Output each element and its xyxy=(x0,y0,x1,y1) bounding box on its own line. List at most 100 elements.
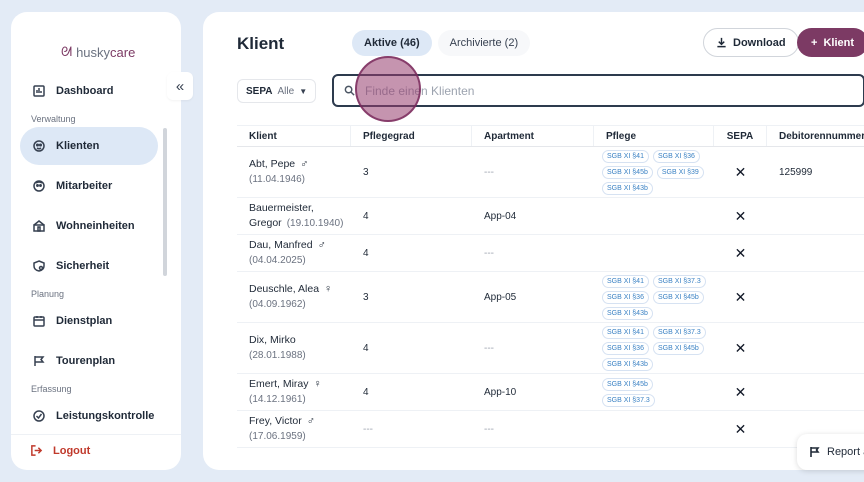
client-name: Emert, Miray xyxy=(249,378,309,390)
sidebar-item-dienstplan[interactable]: Dienstplan xyxy=(20,302,158,340)
male-icon: ♂ xyxy=(300,158,309,170)
sidebar-item-wohneinheiten[interactable]: Wohneinheiten xyxy=(20,207,158,245)
table-row[interactable]: Dau, Manfred ♂ (04.04.2025) 4 --- ✕ xyxy=(237,235,864,272)
flag-icon xyxy=(32,354,46,368)
sepa-filter-select[interactable]: SEPA Alle ▼ xyxy=(237,79,317,103)
pflege-badge: SGB XI §37.3 xyxy=(602,393,655,407)
sepa-cross-icon: ✕ xyxy=(734,163,747,180)
column-header-klient[interactable]: Klient xyxy=(237,126,351,146)
sepa-cross-icon: ✕ xyxy=(734,383,747,400)
tab-archivierte[interactable]: Archivierte (2) xyxy=(437,30,531,56)
debitorennummer-value xyxy=(767,235,864,271)
sidebar-item-label: Sicherheit xyxy=(56,260,110,272)
debitorennummer-value xyxy=(767,374,864,410)
sepa-cross-icon: ✕ xyxy=(734,207,747,224)
logo-text-husky: husky xyxy=(76,44,111,60)
table-row[interactable]: Frey, Victor ♂ (17.06.1959) --- --- ✕ xyxy=(237,411,864,448)
pflege-badge: SGB XI §43b xyxy=(602,181,653,195)
client-name: Deuschle, Alea xyxy=(249,283,320,295)
pflege-badge: SGB XI §45b xyxy=(652,290,704,304)
client-name: Dix, Mirko xyxy=(249,334,296,346)
sidebar-item-sicherheit[interactable]: Sicherheit xyxy=(20,247,158,285)
section-label-verwaltung: Verwaltung xyxy=(31,114,76,124)
client-name: Bauermeister, xyxy=(249,202,314,214)
download-button[interactable]: Download xyxy=(703,28,799,57)
female-icon: ♀ xyxy=(313,378,322,390)
client-dob: (11.04.1946) xyxy=(249,174,305,185)
sidebar-item-label: Wohneinheiten xyxy=(56,220,135,232)
male-icon: ♂ xyxy=(306,415,315,427)
apartment-value: --- xyxy=(484,342,494,354)
client-dob: (14.12.1961) xyxy=(249,394,306,405)
table-row[interactable]: Bauermeister, Gregor (19.10.1940) 4 App-04… xyxy=(237,198,864,235)
pflegegrad-value: 4 xyxy=(363,247,369,259)
pflege-badge: SGB XI §36 xyxy=(602,341,649,355)
column-header-debitorennummer[interactable]: Debitorennummer xyxy=(767,126,864,146)
sidebar: ᘛ husky care Dashboard Verwaltung Kliente… xyxy=(11,12,181,470)
client-name: Abt, Pepe xyxy=(249,158,296,170)
table-row[interactable]: Emert, Miray ♀ (14.12.1961) 4 App-10 SGB X… xyxy=(237,374,864,411)
logo[interactable]: ᘛ husky care xyxy=(61,44,135,60)
pflege-badge: SGB XI §41 xyxy=(602,325,649,339)
section-label-erfassung: Erfassung xyxy=(31,384,72,394)
pflegegrad-value: 4 xyxy=(363,386,369,398)
sidebar-item-label: Dienstplan xyxy=(56,315,113,327)
wohneinheiten-icon xyxy=(32,219,46,233)
pflegegrad-value: 3 xyxy=(363,291,369,303)
sicherheit-icon xyxy=(32,259,46,273)
logo-text-care: care xyxy=(110,44,136,60)
column-header-pflege[interactable]: Pflege xyxy=(594,126,714,146)
client-dob: (28.01.1988) xyxy=(249,350,306,361)
collapse-sidebar-button[interactable]: « xyxy=(167,72,193,100)
add-klient-label: Klient xyxy=(823,36,854,49)
tab-aktive[interactable]: Aktive (46) xyxy=(352,30,432,56)
sidebar-clip: Leistungskontrolle xyxy=(11,397,181,425)
column-header-sepa[interactable]: SEPA xyxy=(714,126,767,146)
mitarbeiter-icon xyxy=(32,179,46,193)
apartment-value: --- xyxy=(484,247,494,259)
pflege-badge: SGB XI §45b xyxy=(602,165,653,179)
debitorennummer-value xyxy=(767,272,864,322)
sepa-filter-label: SEPA xyxy=(246,85,273,97)
table-row[interactable]: Dix, Mirko (28.01.1988) 4 --- SGB XI §41 … xyxy=(237,323,864,374)
pflegegrad-value: --- xyxy=(363,423,373,435)
sidebar-item-leistungskontrolle[interactable]: Leistungskontrolle xyxy=(20,397,158,425)
sidebar-item-label: Klienten xyxy=(56,140,100,152)
sepa-filter-value: Alle xyxy=(277,85,295,97)
search-icon xyxy=(344,85,355,96)
add-klient-button[interactable]: + Klient xyxy=(797,28,864,57)
report-button[interactable]: Report a xyxy=(797,434,864,470)
apartment-value: App-05 xyxy=(484,291,517,303)
sepa-cross-icon: ✕ xyxy=(734,244,747,261)
logout-button[interactable]: Logout xyxy=(30,444,90,457)
pflegegrad-value: 3 xyxy=(363,166,369,178)
sidebar-item-tourenplan[interactable]: Tourenplan xyxy=(20,342,158,380)
sidebar-item-klienten[interactable]: Klienten xyxy=(20,127,158,165)
sidebar-scrollbar[interactable] xyxy=(163,128,167,276)
column-header-apartment[interactable]: Apartment xyxy=(472,126,594,146)
sidebar-item-dashboard[interactable]: Dashboard xyxy=(20,72,158,110)
pflege-badge: SGB XI §43b xyxy=(602,306,653,320)
client-name: Frey, Victor xyxy=(249,415,302,427)
download-label: Download xyxy=(733,36,786,49)
pflege-badge: SGB XI §41 xyxy=(602,274,649,288)
table-row[interactable]: Deuschle, Alea ♀ (04.09.1962) 3 App-05 SGB… xyxy=(237,272,864,323)
pflege-badge: SGB XI §45b xyxy=(602,377,653,391)
apartment-value: App-04 xyxy=(484,210,517,222)
section-label-planung: Planung xyxy=(31,289,65,299)
plus-icon: + xyxy=(811,36,818,49)
chevrons-left-icon: « xyxy=(175,77,185,95)
table-row[interactable]: Abt, Pepe ♂ (11.04.1946) 3 --- SGB XI §41 … xyxy=(237,147,864,198)
klienten-icon xyxy=(32,139,46,153)
pflege-badge: SGB XI §43b xyxy=(602,357,653,371)
sidebar-item-mitarbeiter[interactable]: Mitarbeiter xyxy=(20,167,158,205)
search-box[interactable] xyxy=(332,74,864,107)
klienten-table: Klient Pflegegrad Apartment Pflege SEPA … xyxy=(237,125,864,448)
search-input[interactable] xyxy=(365,83,805,98)
apartment-value: App-10 xyxy=(484,386,517,398)
female-icon: ♀ xyxy=(324,283,333,295)
debitorennummer-value: 125999 xyxy=(779,166,813,178)
page-title: Klient xyxy=(237,34,285,53)
client-dob: (19.10.1940) xyxy=(286,218,344,229)
column-header-pflegegrad[interactable]: Pflegegrad xyxy=(351,126,472,146)
